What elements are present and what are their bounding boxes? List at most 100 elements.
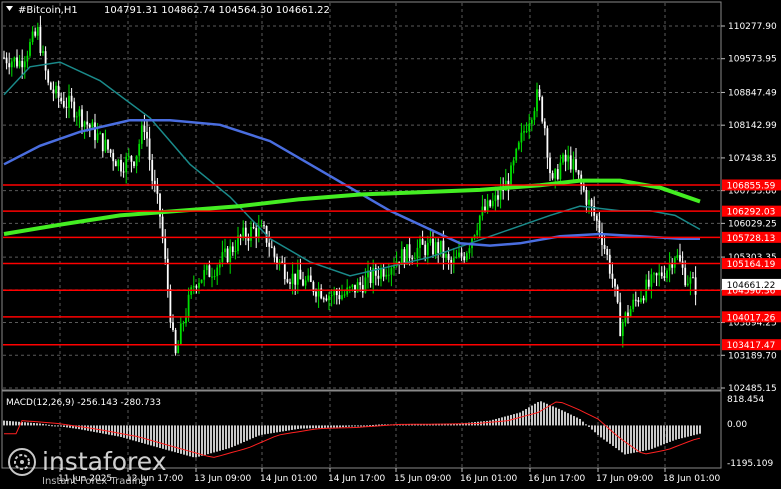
macd-histogram-bar [129,425,131,440]
candle-body [161,216,164,239]
candle-body [385,274,388,277]
candle-body [424,244,427,256]
macd-histogram-bar [324,425,326,428]
candle-body [211,276,213,278]
macd-histogram-bar [558,408,560,426]
candle-body [276,256,278,264]
macd-histogram-bar [204,425,206,455]
candle-body [679,255,681,262]
candle-body [302,279,304,286]
candle-body [650,274,653,287]
macd-histogram-bar [681,425,683,439]
candle-body [23,61,26,68]
candle-body [164,238,167,259]
macd-histogram-bar [654,425,656,448]
candle-body [322,298,325,300]
macd-histogram-bar [42,423,44,426]
candle-body [692,277,694,279]
candle-body [5,57,8,64]
candle-body [83,121,86,127]
macd-histogram-bar [690,425,692,436]
time-tick-label: 14 Jun 17:00 [328,474,385,484]
candle-body [640,298,642,303]
macd-histogram-bar [36,423,38,426]
candle-body [299,269,302,280]
candle-body [517,142,520,149]
macd-histogram-bar [252,425,254,439]
macd-histogram-bar [150,425,152,446]
macd-histogram-bar [261,425,263,435]
macd-histogram-bar [114,425,116,436]
macd-histogram-bar [333,425,335,428]
candle-body [94,122,96,141]
candle-body [96,133,99,141]
candle-body [135,155,138,166]
macd-scale-top: 818.454 [727,395,764,405]
macd-histogram-bar [216,425,218,452]
candle-body [567,155,570,162]
candle-body [114,161,117,167]
macd-histogram-bar [528,407,530,426]
candle-body [406,244,408,265]
macd-histogram-bar [51,425,53,427]
macd-histogram-bar [3,420,5,426]
candle-body [47,70,50,83]
macd-histogram-bar [198,425,200,457]
macd-histogram-bar [552,406,554,426]
candle-body [3,57,5,59]
candle-body [658,272,661,276]
candle-body [361,285,364,293]
macd-histogram-bar [663,425,665,445]
candle-body [263,225,265,227]
candle-body [421,239,424,245]
macd-histogram-bar [318,425,320,429]
macd-histogram-bar [612,425,614,446]
candle-body [273,247,276,257]
macd-histogram-bar [234,425,236,446]
candle-body [611,273,614,279]
trading-chart[interactable]: #Bitcoin,H1 104791.31 104862.74 104564.3… [0,0,781,489]
macd-histogram-bar [675,425,677,440]
macd-histogram-bar [315,425,317,429]
candle-body [676,255,679,258]
candle-body [387,274,390,276]
candle-body [52,89,55,94]
macd-histogram-bar [588,425,590,427]
macd-histogram-bar [513,414,515,426]
candle-body [291,273,294,284]
macd-histogram-bar [207,425,209,455]
candle-body [44,51,47,71]
candle-body [543,121,546,129]
candle-body [187,294,190,318]
watermark-brand: instaforex [42,447,167,476]
candle-body [426,242,429,256]
candle-body [8,63,11,68]
candle-body [564,154,567,162]
candle-body [221,252,224,263]
level-label: 104017.26 [727,313,776,323]
macd-histogram-bar [594,425,596,433]
candle-body [255,228,258,237]
candle-body [494,195,497,201]
candle-body [309,275,312,282]
candle-body [380,268,382,279]
macd-histogram-bar [600,425,602,438]
candle-body [172,322,174,330]
candle-body [629,309,632,318]
candle-body [572,159,575,170]
macd-histogram-bar [609,425,611,444]
candle-body [286,279,289,283]
candle-body [109,149,112,153]
candle-body [533,111,536,120]
candle-body [606,249,609,255]
candle-body [458,252,460,257]
macd-histogram-bar [60,425,62,427]
candle-body [130,156,133,162]
macd-histogram-bar [294,425,296,430]
time-tick-label: 18 Jun 01:00 [663,474,720,484]
candle-body [31,31,34,43]
macd-histogram-bar [576,417,578,426]
time-tick-label: 17 Jun 09:00 [596,474,653,484]
price-tick-label: 102485.15 [728,384,777,394]
candle-body [588,199,590,205]
